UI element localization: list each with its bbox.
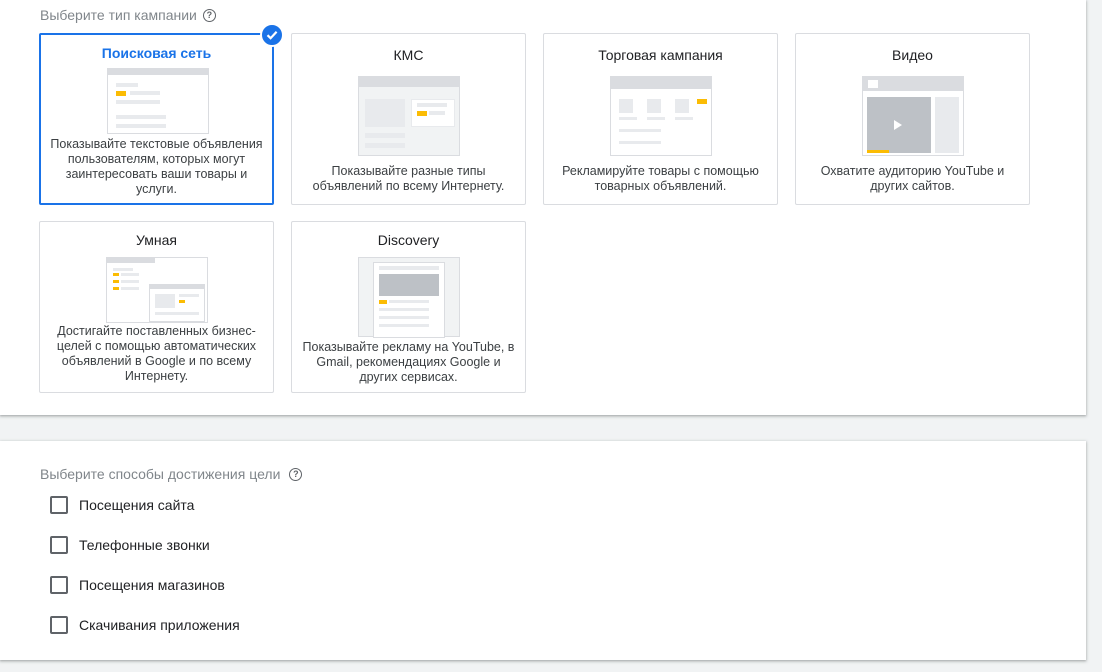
card-title: Discovery <box>377 232 440 248</box>
video-illustration <box>862 76 964 156</box>
smart-campaign-illustration <box>106 257 208 323</box>
checkbox-label: Скачивания приложения <box>79 617 240 633</box>
card-description: Показывайте разные типы объявлений по вс… <box>312 164 505 193</box>
campaign-card-display[interactable]: КМС Показывайте разные типы объявлений п… <box>291 33 526 205</box>
help-icon[interactable]: ? <box>202 8 216 22</box>
goals-heading-text: Выберите способы достижения цели <box>40 466 281 482</box>
goal-option-app-downloads[interactable]: Скачивания приложения <box>50 616 240 634</box>
card-description: Рекламируйте товары с помощью товарных о… <box>562 164 759 193</box>
card-description: Показывайте рекламу на YouTube, в Gmail,… <box>302 340 515 384</box>
card-title: Видео <box>892 47 933 63</box>
goals-panel: Выберите способы достижения цели ? Посещ… <box>0 441 1086 660</box>
selected-check-icon <box>260 23 284 47</box>
campaign-type-panel: Выберите тип кампании ? Поисковая сеть П… <box>0 0 1086 415</box>
campaign-card-smart[interactable]: Умная Достигайте поставленных бизнес-цел… <box>39 221 274 393</box>
checkbox-label: Посещения сайта <box>79 497 195 513</box>
campaign-type-heading-text: Выберите тип кампании <box>40 7 197 23</box>
card-description: Достигайте поставленных бизнес-целей с п… <box>56 324 257 383</box>
card-title: Умная <box>136 232 177 248</box>
campaign-card-discovery[interactable]: Discovery Показывайте рекламу на YouTube… <box>291 221 526 393</box>
campaign-card-search[interactable]: Поисковая сеть Показывайте текстовые объ… <box>39 23 284 205</box>
goal-option-website-visits[interactable]: Посещения сайта <box>50 496 194 514</box>
checkbox[interactable] <box>50 536 68 554</box>
checkbox-label: Посещения магазинов <box>79 577 225 593</box>
display-network-illustration <box>358 76 460 156</box>
card-description: Показывайте текстовые объявления пользов… <box>50 137 263 196</box>
checkbox[interactable] <box>50 616 68 634</box>
search-network-illustration <box>107 68 209 134</box>
campaign-card-video[interactable]: Видео Охватите аудиторию YouTube и други… <box>795 33 1030 205</box>
checkbox-label: Телефонные звонки <box>79 537 210 553</box>
checkbox[interactable] <box>50 496 68 514</box>
campaign-type-heading: Выберите тип кампании ? <box>40 7 216 23</box>
discovery-illustration <box>358 257 460 338</box>
goal-option-phone-calls[interactable]: Телефонные звонки <box>50 536 210 554</box>
goals-heading: Выберите способы достижения цели ? <box>40 466 303 482</box>
checkbox[interactable] <box>50 576 68 594</box>
play-icon <box>894 120 902 130</box>
shopping-illustration <box>610 76 712 156</box>
card-title: Торговая кампания <box>598 47 723 63</box>
goal-option-store-visits[interactable]: Посещения магазинов <box>50 576 225 594</box>
help-icon[interactable]: ? <box>289 467 303 481</box>
card-description: Охватите аудиторию YouTube и других сайт… <box>820 164 1005 193</box>
card-title: КМС <box>393 47 424 63</box>
campaign-card-shopping[interactable]: Торговая кампания Рекламируйте товары с … <box>543 33 778 205</box>
card-title: Поисковая сеть <box>101 45 212 61</box>
